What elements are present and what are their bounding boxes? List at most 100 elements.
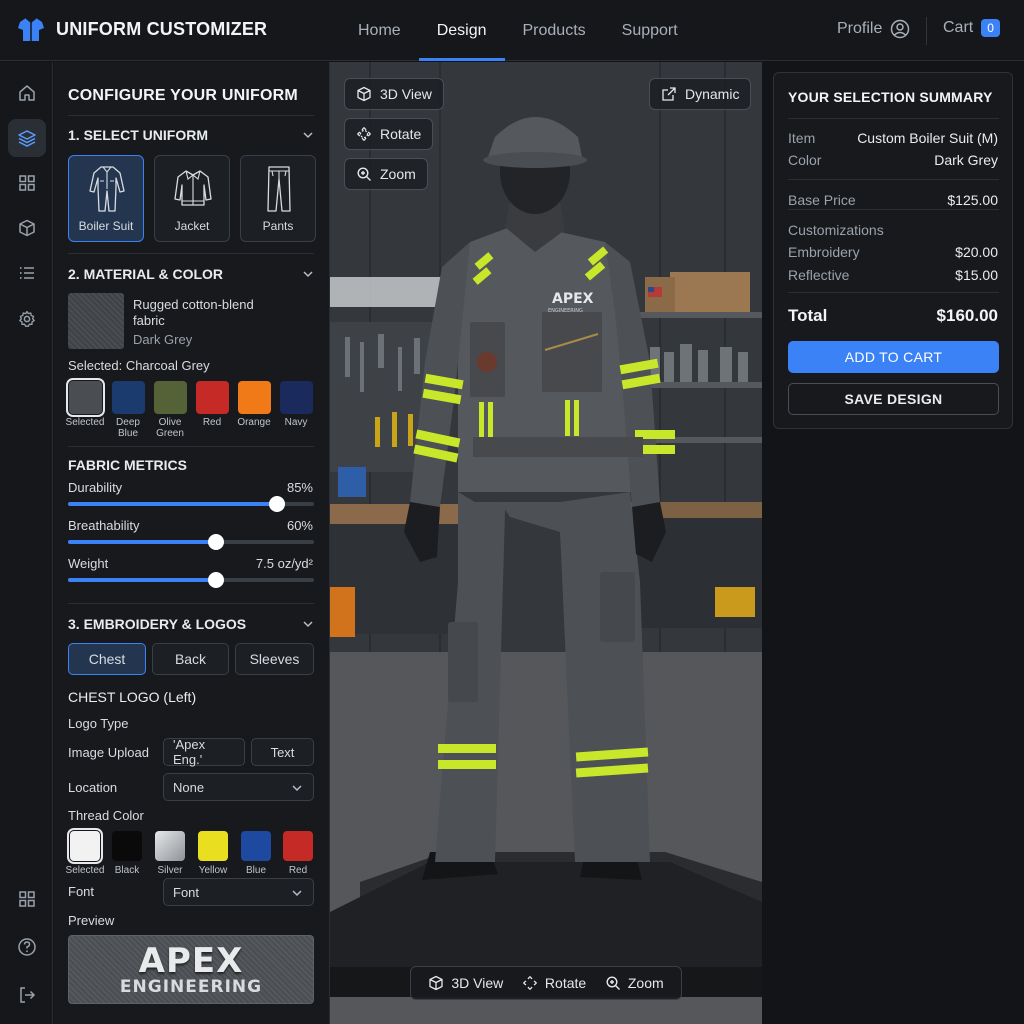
summary-custom-row: Customizations [788,222,998,238]
color-swatch-deep-blue[interactable] [112,381,145,414]
thread-swatch-silver[interactable] [155,831,185,861]
summary-base-row: Base Price $125.00 [788,192,998,208]
layers-icon [18,130,36,147]
summary-item-row: Item Custom Boiler Suit (M) [788,130,998,146]
thread-swatch-red[interactable] [283,831,313,861]
thread-swatch-blue[interactable] [241,831,271,861]
color-swatch-red[interactable] [196,381,229,414]
uniform-section-title: 1. SELECT UNIFORM [68,127,209,143]
metrics-title-text: FABRIC METRICS [68,457,187,473]
thread-swatch-yellow[interactable] [198,831,228,861]
uniform-option-pants[interactable]: Pants [240,155,316,242]
font-select[interactable]: Font [163,878,314,906]
fabric-swatch-image [68,293,124,349]
thread-swatch-black[interactable] [112,831,142,861]
text-button[interactable]: Text [251,738,314,766]
location-label: Location [68,780,118,795]
divider [68,446,314,447]
save-design-button[interactable]: SAVE DESIGN [788,383,999,415]
nav-links: Home Design Products Support [340,0,696,61]
3d-viewport[interactable]: APEX ENGINEERING 3D View Rotate Zoom Dyn… [330,62,762,1024]
customizations-label: Customizations [788,222,884,238]
weight-slider[interactable] [68,572,314,588]
fabric-color: Dark Grey [133,332,193,347]
divider [788,179,999,180]
total-value: $160.00 [936,306,998,325]
color-swatch-olive-green[interactable] [154,381,187,414]
preview-line2: ENGINEERING [119,976,263,997]
placement-sleeves-button[interactable]: Sleeves [235,643,314,675]
swatch-label-line: Blue [117,428,138,439]
thread-swatch-white[interactable] [67,828,103,864]
color-swatch-charcoal[interactable] [66,378,105,417]
divider [788,292,999,293]
breathability-slider[interactable] [68,534,314,550]
toolbar-3d-view[interactable]: 3D View [428,975,503,991]
reflective-value: $15.00 [955,267,998,283]
uniform-option-jacket[interactable]: Jacket [154,155,230,242]
rail-help[interactable] [8,928,46,966]
metric-value: 85% [286,480,313,495]
nav-products[interactable]: Products [505,0,604,61]
nav-support[interactable]: Support [604,0,696,61]
font-value: Font [173,884,200,900]
placement-chest-button[interactable]: Chest [68,643,146,675]
view-3d-button[interactable]: 3D View [344,78,444,110]
cart-link[interactable]: Cart 0 [943,19,1000,37]
toolbar-label: 3D View [451,975,504,991]
embroidery-section-header[interactable]: 3. EMBROIDERY & LOGOS [68,616,314,632]
rail-box[interactable] [8,209,46,247]
rail-layers[interactable] [8,119,46,157]
zoom-button[interactable]: Zoom [344,158,428,190]
rotate-button[interactable]: Rotate [344,118,434,150]
reflective-label: Reflective [788,267,850,283]
toolbar-label: Rotate [544,975,587,991]
toolbar-zoom[interactable]: Zoom [605,975,664,991]
rotate-icon [523,976,537,990]
cube-icon [357,86,371,102]
rail-apps[interactable] [8,880,46,918]
brand[interactable]: UNIFORM CUSTOMIZER [16,14,267,44]
uniform-section-header[interactable]: 1. SELECT UNIFORM [68,127,314,143]
home-icon [19,85,35,101]
rail-grid[interactable] [8,164,46,202]
summary-total-row: Total $160.00 [788,306,998,326]
divider [926,17,927,45]
nav-home[interactable]: Home [340,0,419,61]
material-section-header[interactable]: 2. MATERIAL & COLOR [68,266,314,282]
cart-label: Cart [943,19,974,36]
dynamic-button[interactable]: Dynamic [649,78,752,110]
cart-count-badge: 0 [981,19,1000,37]
item-label: Item [788,130,816,146]
config-panel: CONFIGURE YOUR UNIFORM 1. SELECT UNIFORM… [54,62,330,1024]
location-select[interactable]: None [163,773,314,801]
add-to-cart-button[interactable]: ADD TO CART [788,341,999,373]
slider-thumb[interactable] [207,572,224,588]
uniform-option-boiler-suit[interactable]: Boiler Suit [68,155,144,242]
suit-brand-line1: APEX [552,291,594,307]
metric-value: 60% [286,518,313,533]
selected-color-text: Selected: Charcoal Grey [68,358,210,373]
logo-text-input[interactable]: 'Apex Eng.' [163,737,245,767]
color-swatch-navy[interactable] [280,381,313,414]
rail-home[interactable] [8,74,46,112]
swatch-label: Navy [284,417,308,428]
color-label: Color [788,152,822,168]
nav-design[interactable]: Design [418,0,505,61]
preview-label: Preview [68,913,115,928]
rotate-icon [357,127,371,141]
placement-back-button[interactable]: Back [152,643,229,675]
material-section-title: 2. MATERIAL & COLOR [68,266,224,282]
durability-slider[interactable] [68,496,314,512]
slider-fill [68,578,216,582]
profile-link[interactable]: Profile [837,19,910,39]
total-label: Total [788,306,828,325]
rail-settings[interactable] [8,300,46,338]
rail-list[interactable] [8,254,46,292]
toolbar-label: Zoom [627,975,664,991]
color-swatch-orange[interactable] [238,381,271,414]
toolbar-rotate[interactable]: Rotate [522,975,586,991]
rail-logout[interactable] [8,976,46,1014]
slider-thumb[interactable] [207,534,224,550]
slider-thumb[interactable] [269,496,286,512]
